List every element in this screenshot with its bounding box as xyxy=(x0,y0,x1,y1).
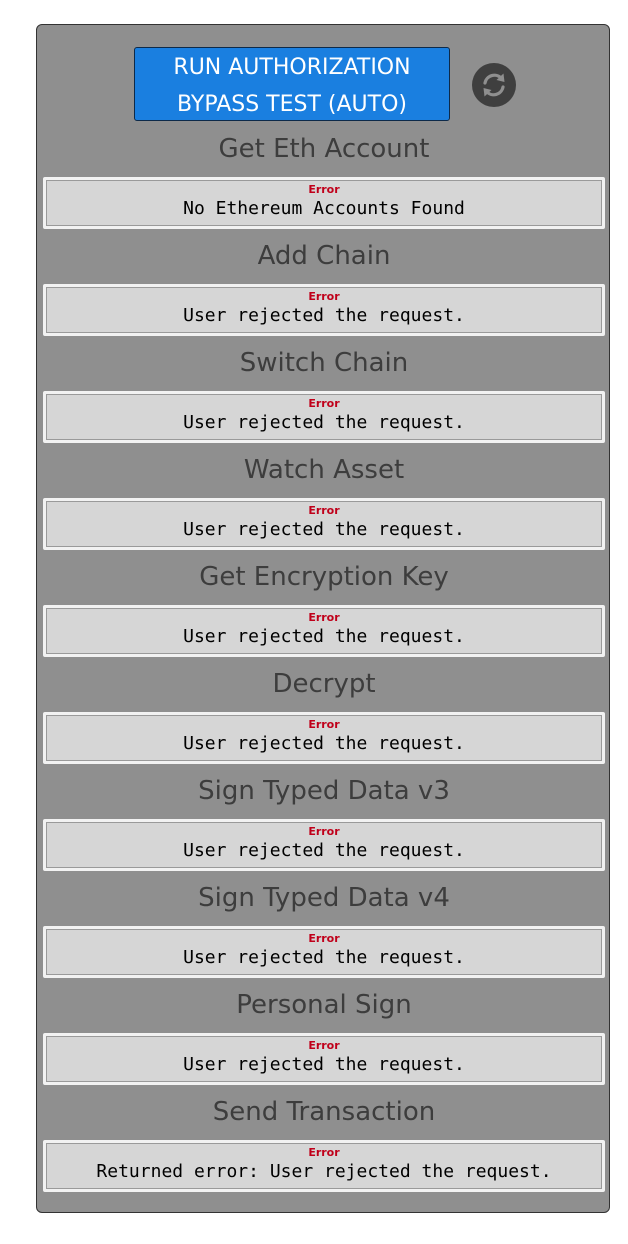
section-sign-typed-data-v4: Sign Typed Data v4 Error User rejected t… xyxy=(43,876,605,983)
section-title: Send Transaction xyxy=(212,1097,436,1127)
error-message: User rejected the request. xyxy=(183,519,465,540)
section-get-encryption-key: Get Encryption Key Error User rejected t… xyxy=(43,555,605,662)
section-title: Sign Typed Data v4 xyxy=(198,883,450,913)
error-label: Error xyxy=(308,397,340,410)
test-panel: RUN AUTHORIZATION BYPASS TEST (AUTO) Get… xyxy=(36,24,610,1213)
section-add-chain: Add Chain Error User rejected the reques… xyxy=(43,234,605,341)
error-message: User rejected the request. xyxy=(183,305,465,326)
error-message: User rejected the request. xyxy=(183,412,465,433)
error-message: User rejected the request. xyxy=(183,733,465,754)
section-sign-typed-data-v3: Sign Typed Data v3 Error User rejected t… xyxy=(43,769,605,876)
section-watch-asset: Watch Asset Error User rejected the requ… xyxy=(43,448,605,555)
result-box: Error User rejected the request. xyxy=(43,498,605,550)
section-title: Add Chain xyxy=(257,241,391,271)
result-box: Error User rejected the request. xyxy=(43,284,605,336)
error-label: Error xyxy=(308,290,340,303)
result-box: Error Returned error: User rejected the … xyxy=(43,1140,605,1192)
section-get-eth-account: Get Eth Account Error No Ethereum Accoun… xyxy=(43,127,605,234)
section-personal-sign: Personal Sign Error User rejected the re… xyxy=(43,983,605,1090)
section-send-transaction: Send Transaction Error Returned error: U… xyxy=(43,1090,605,1197)
error-message: User rejected the request. xyxy=(183,626,465,647)
section-switch-chain: Switch Chain Error User rejected the req… xyxy=(43,341,605,448)
section-title: Get Encryption Key xyxy=(199,562,449,592)
result-box: Error User rejected the request. xyxy=(43,926,605,978)
error-message: User rejected the request. xyxy=(183,840,465,861)
run-button-label-line2: BYPASS TEST (AUTO) xyxy=(177,92,407,117)
result-box: Error User rejected the request. xyxy=(43,819,605,871)
run-button-label-line1: RUN AUTHORIZATION xyxy=(173,55,411,80)
section-title: Get Eth Account xyxy=(218,134,430,164)
error-label: Error xyxy=(308,718,340,731)
run-authorization-bypass-test-button[interactable]: RUN AUTHORIZATION BYPASS TEST (AUTO) xyxy=(134,47,450,121)
error-label: Error xyxy=(308,1146,340,1159)
error-message: Returned error: User rejected the reques… xyxy=(96,1161,552,1182)
error-label: Error xyxy=(308,825,340,838)
section-decrypt: Decrypt Error User rejected the request. xyxy=(43,662,605,769)
result-box: Error User rejected the request. xyxy=(43,605,605,657)
refresh-button[interactable] xyxy=(472,63,516,107)
section-title: Switch Chain xyxy=(239,348,409,378)
result-box: Error User rejected the request. xyxy=(43,712,605,764)
refresh-icon xyxy=(483,73,505,97)
section-title: Decrypt xyxy=(272,669,376,699)
result-box: Error No Ethereum Accounts Found xyxy=(43,177,605,229)
error-label: Error xyxy=(308,932,340,945)
error-label: Error xyxy=(308,611,340,624)
result-box: Error User rejected the request. xyxy=(43,1033,605,1085)
section-title: Personal Sign xyxy=(236,990,412,1020)
error-label: Error xyxy=(308,504,340,517)
section-title: Watch Asset xyxy=(243,455,405,485)
error-label: Error xyxy=(308,1039,340,1052)
result-box: Error User rejected the request. xyxy=(43,391,605,443)
error-message: No Ethereum Accounts Found xyxy=(183,198,465,219)
error-message: User rejected the request. xyxy=(183,947,465,968)
section-title: Sign Typed Data v3 xyxy=(198,776,450,806)
error-message: User rejected the request. xyxy=(183,1054,465,1075)
error-label: Error xyxy=(308,183,340,196)
